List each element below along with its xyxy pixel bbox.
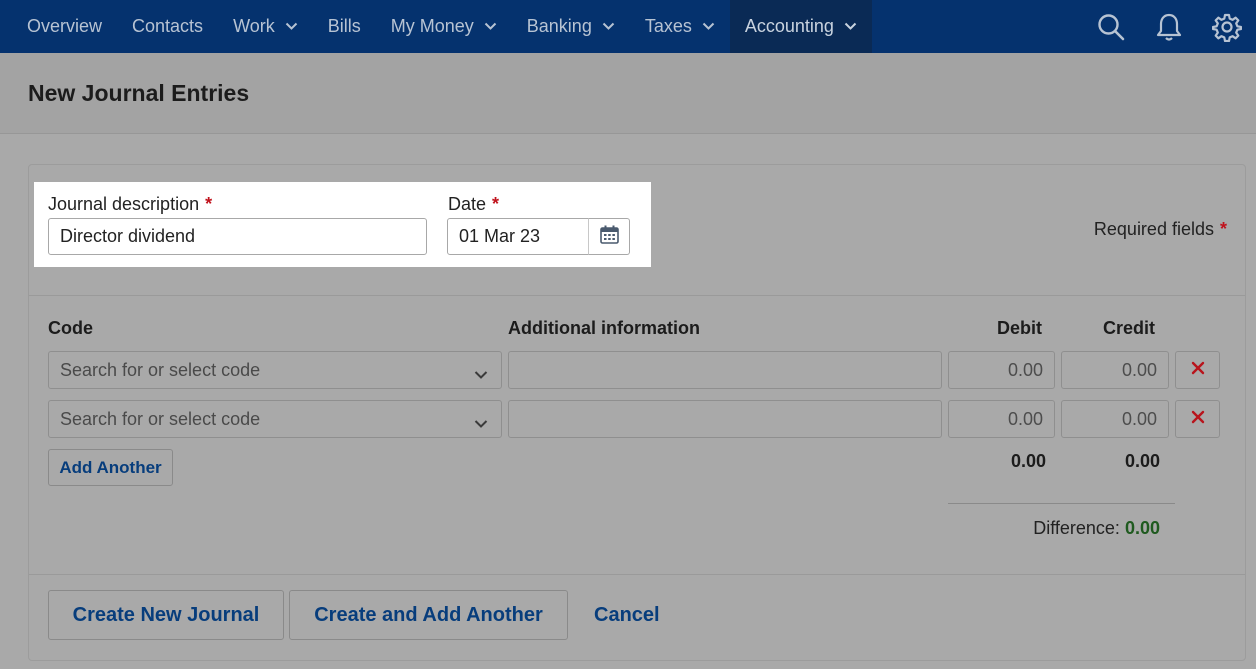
- chevron-down-icon: [285, 22, 298, 31]
- cancel-link[interactable]: Cancel: [594, 590, 660, 640]
- top-navigation: Overview Contacts Work Bills My Money Ba…: [0, 0, 1256, 53]
- nav-work[interactable]: Work: [218, 0, 313, 53]
- chevron-down-icon: [474, 364, 488, 385]
- debit-input[interactable]: 0.00: [948, 400, 1055, 438]
- gear-icon[interactable]: [1198, 0, 1256, 53]
- nav-label: Banking: [526, 16, 592, 36]
- difference-label: Difference:: [1033, 518, 1120, 538]
- totals-divider: [948, 503, 1175, 504]
- nav-label: Work: [233, 16, 275, 36]
- journal-description-input[interactable]: Director dividend: [48, 218, 427, 255]
- delete-row-button[interactable]: [1175, 351, 1220, 389]
- nav-label: Accounting: [744, 16, 834, 36]
- code-select[interactable]: Search for or select code: [48, 351, 502, 389]
- nav-label: Bills: [327, 16, 361, 36]
- chevron-down-icon: [602, 22, 615, 31]
- code-select[interactable]: Search for or select code: [48, 400, 502, 438]
- chevron-down-icon: [474, 413, 488, 434]
- debit-input[interactable]: 0.00: [948, 351, 1055, 389]
- nav-icon-group: [1082, 0, 1256, 53]
- nav-taxes[interactable]: Taxes: [630, 0, 730, 53]
- nav-my-money[interactable]: My Money: [376, 0, 512, 53]
- create-new-journal-button[interactable]: Create New Journal: [48, 590, 284, 640]
- required-star: *: [1219, 219, 1227, 239]
- close-icon: [1191, 410, 1205, 429]
- calendar-icon: [599, 225, 619, 249]
- nav-overview[interactable]: Overview: [0, 0, 117, 53]
- additional-info-input[interactable]: [508, 400, 942, 438]
- code-select-placeholder: Search for or select code: [60, 408, 261, 429]
- add-another-button[interactable]: Add Another: [48, 449, 173, 486]
- column-header-additional-info: Additional information: [508, 318, 700, 338]
- column-header-debit: Debit: [997, 318, 1042, 338]
- chevron-down-icon: [844, 22, 857, 31]
- calendar-button[interactable]: [588, 218, 630, 255]
- journal-description-label: Journal description *: [48, 194, 213, 214]
- required-fields-note: Required fields *: [1093, 219, 1227, 239]
- footer-divider: [29, 574, 1245, 575]
- nav-banking[interactable]: Banking: [512, 0, 630, 53]
- chevron-down-icon: [702, 22, 715, 31]
- nav-label: My Money: [390, 16, 474, 36]
- delete-row-button[interactable]: [1175, 400, 1220, 438]
- create-and-add-another-button[interactable]: Create and Add Another: [289, 590, 568, 640]
- nav-bills[interactable]: Bills: [313, 0, 376, 53]
- nav-label: Taxes: [644, 16, 692, 36]
- date-label: Date *: [448, 194, 500, 214]
- total-debit: 0.00: [1010, 451, 1046, 471]
- nav-label: Overview: [27, 16, 103, 36]
- total-credit: 0.00: [1124, 451, 1160, 471]
- column-header-credit: Credit: [1103, 318, 1156, 338]
- chevron-down-icon: [484, 22, 497, 31]
- difference-value: 0.00: [1124, 518, 1160, 538]
- credit-input[interactable]: 0.00: [1061, 400, 1169, 438]
- difference-summary: Difference: 0.00: [1033, 518, 1160, 539]
- code-select-placeholder: Search for or select code: [60, 359, 261, 380]
- search-icon[interactable]: [1082, 0, 1140, 53]
- bell-icon[interactable]: [1140, 0, 1198, 53]
- required-star: *: [492, 194, 500, 214]
- page-title: New Journal Entries: [28, 80, 250, 106]
- nav-contacts[interactable]: Contacts: [117, 0, 218, 53]
- column-header-code: Code: [48, 318, 93, 338]
- date-input[interactable]: 01 Mar 23: [447, 218, 589, 255]
- nav-label: Contacts: [132, 16, 204, 36]
- close-icon: [1191, 361, 1205, 380]
- additional-info-input[interactable]: [508, 351, 942, 389]
- credit-input[interactable]: 0.00: [1061, 351, 1169, 389]
- nav-accounting[interactable]: Accounting: [729, 0, 872, 53]
- section-divider: [29, 295, 1245, 296]
- page-header: New Journal Entries: [0, 53, 1256, 134]
- required-star: *: [205, 194, 213, 214]
